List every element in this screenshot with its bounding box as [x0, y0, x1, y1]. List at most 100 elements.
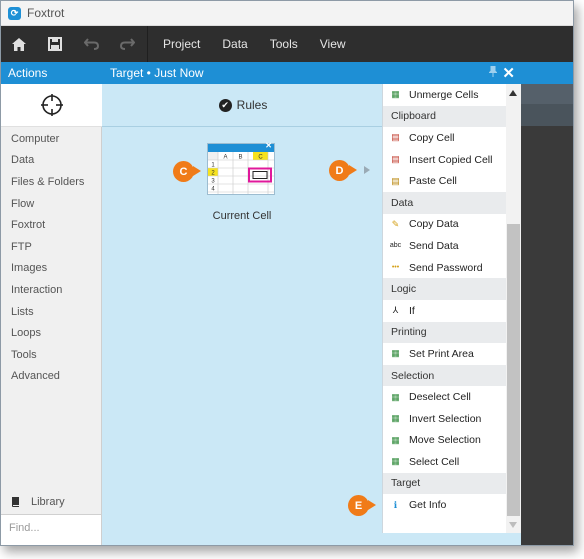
send-data-icon: abc [389, 242, 402, 250]
category-lists[interactable]: Lists [1, 301, 101, 323]
action-dropdown-list: ▦ Unmerge Cells Clipboard ▤ Copy Cell ▤ Insert… [383, 84, 507, 516]
send-password-icon: ••• [391, 264, 400, 272]
action-item-select-cell[interactable]: ▦ Select Cell [383, 451, 507, 473]
scroll-down-icon[interactable] [509, 522, 517, 528]
category-data[interactable]: Data [1, 150, 101, 172]
action-item-paste-cell[interactable]: ▤ Paste Cell [383, 170, 507, 192]
group-header-data: Data [383, 191, 507, 214]
col-c-label: C [258, 155, 263, 161]
foxtrot-logo-icon: ⟳ [8, 6, 21, 20]
action-item-label: If [409, 304, 415, 317]
rules-panel-header: Target • Just Now ✕ [102, 62, 573, 84]
action-item-deselect-cell[interactable]: ▦ Deselect Cell [383, 386, 507, 408]
crosshair-icon [40, 94, 63, 116]
action-item-copy-cell[interactable]: ▤ Copy Cell [383, 127, 507, 149]
home-icon[interactable] [1, 26, 37, 62]
paste-cell-icon: ▤ [391, 175, 400, 186]
group-header-selection: Selection [383, 364, 507, 387]
title-bar: ⟳ Foxtrot [1, 1, 573, 26]
action-item-send-data[interactable]: abc Send Data [383, 235, 507, 257]
menu-data[interactable]: Data [211, 37, 258, 51]
library-label: Library [31, 496, 65, 508]
action-item-label: Select Cell [409, 455, 460, 468]
move-selection-icon: ▦ [391, 434, 400, 445]
app-window: ⟳ Foxtrot Project Data Tools View Action… [0, 0, 574, 546]
undo-icon[interactable] [73, 26, 109, 62]
category-advanced[interactable]: Advanced [1, 366, 101, 388]
background-stripe-2 [521, 104, 573, 126]
insert-copied-cell-icon: ▤ [391, 154, 400, 165]
action-item-label: Copy Cell [409, 131, 455, 144]
category-tools[interactable]: Tools [1, 344, 101, 366]
unmerge-cells-icon: ▦ [391, 89, 400, 100]
thumbnail-close-icon: ✕ [265, 141, 272, 150]
action-item-label: Move Selection [409, 434, 481, 447]
action-item-label: Paste Cell [409, 175, 457, 188]
invert-selection-icon: ▦ [391, 413, 400, 424]
action-item-label: Insert Copied Cell [409, 153, 493, 166]
group-header-clipboard: Clipboard [383, 105, 507, 128]
close-icon[interactable]: ✕ [502, 64, 515, 82]
redo-icon[interactable] [109, 26, 145, 62]
menu-view[interactable]: View [309, 37, 357, 51]
category-list: Computer Data Files & Folders Flow Foxtr… [1, 128, 101, 387]
menu-tools[interactable]: Tools [259, 37, 309, 51]
action-item-label: Unmerge Cells [409, 88, 479, 101]
background-stripe [521, 84, 573, 104]
current-cell-thumbnail[interactable]: ✕ A B C 1 2 3 4 [207, 141, 275, 195]
expand-arrow-icon[interactable] [364, 166, 370, 174]
category-images[interactable]: Images [1, 258, 101, 280]
action-item-move-selection[interactable]: ▦ Move Selection [383, 430, 507, 452]
pin-icon[interactable] [489, 66, 497, 77]
scroll-thumb[interactable] [507, 224, 520, 516]
category-interaction[interactable]: Interaction [1, 279, 101, 301]
actions-panel: Computer Data Files & Folders Flow Foxtr… [1, 84, 102, 545]
action-item-if[interactable]: ⅄ If [383, 300, 507, 322]
action-item-insert-copied-cell[interactable]: ▤ Insert Copied Cell [383, 149, 507, 171]
find-input[interactable]: Find... [1, 514, 101, 545]
action-item-copy-data[interactable]: ✎ Copy Data [383, 214, 507, 236]
current-cell-caption: Current Cell [212, 210, 272, 222]
set-print-area-icon: ▦ [391, 348, 400, 359]
category-flow[interactable]: Flow [1, 193, 101, 215]
canvas-bottom-strip [382, 533, 521, 545]
action-item-label: Get Info [409, 499, 447, 512]
spreadsheet-grid: A B C 1 2 3 4 [208, 152, 274, 194]
callout-badge-e: E [348, 495, 376, 516]
category-foxtrot[interactable]: Foxtrot [1, 214, 101, 236]
menu-project[interactable]: Project [152, 37, 211, 51]
category-loops[interactable]: Loops [1, 322, 101, 344]
callout-badge-c: C [173, 161, 201, 182]
window-title: Foxtrot [27, 6, 65, 20]
dropdown-scrollbar[interactable] [506, 84, 521, 533]
action-item-label: Send Password [409, 261, 483, 274]
save-icon[interactable] [37, 26, 73, 62]
if-icon: ⅄ [392, 305, 399, 316]
background-window-area [521, 84, 573, 545]
action-item-get-info[interactable]: ℹ Get Info [383, 494, 507, 516]
action-item-send-password[interactable]: ••• Send Password [383, 257, 507, 279]
check-circle-icon: ✔ [218, 98, 232, 112]
target-timestamp: Target • Just Now [110, 66, 204, 80]
deselect-cell-icon: ▦ [391, 391, 400, 402]
library-book-icon [12, 497, 19, 507]
callout-badge-d: D [329, 160, 357, 181]
action-item-invert-selection[interactable]: ▦ Invert Selection [383, 408, 507, 430]
scroll-up-icon[interactable] [509, 90, 517, 96]
select-cell-icon: ▦ [391, 456, 400, 467]
action-item-set-print-area[interactable]: ▦ Set Print Area [383, 343, 507, 365]
library-button[interactable]: Library [1, 490, 101, 514]
col-a-label: A [223, 155, 227, 161]
get-info-icon: ℹ [393, 499, 398, 510]
action-item-unmerge-cells[interactable]: ▦ Unmerge Cells [383, 84, 507, 106]
actions-header: Actions [1, 62, 102, 84]
target-button[interactable] [1, 84, 102, 127]
category-files-folders[interactable]: Files & Folders [1, 171, 101, 193]
col-b-label: B [238, 155, 242, 161]
copy-data-icon: ✎ [391, 218, 400, 229]
category-ftp[interactable]: FTP [1, 236, 101, 258]
category-computer[interactable]: Computer [1, 128, 101, 150]
thumbnail-titlebar: ✕ [208, 141, 274, 152]
action-dropdown: ▦ Unmerge Cells Clipboard ▤ Copy Cell ▤ Insert… [382, 84, 521, 533]
group-header-printing: Printing [383, 321, 507, 344]
